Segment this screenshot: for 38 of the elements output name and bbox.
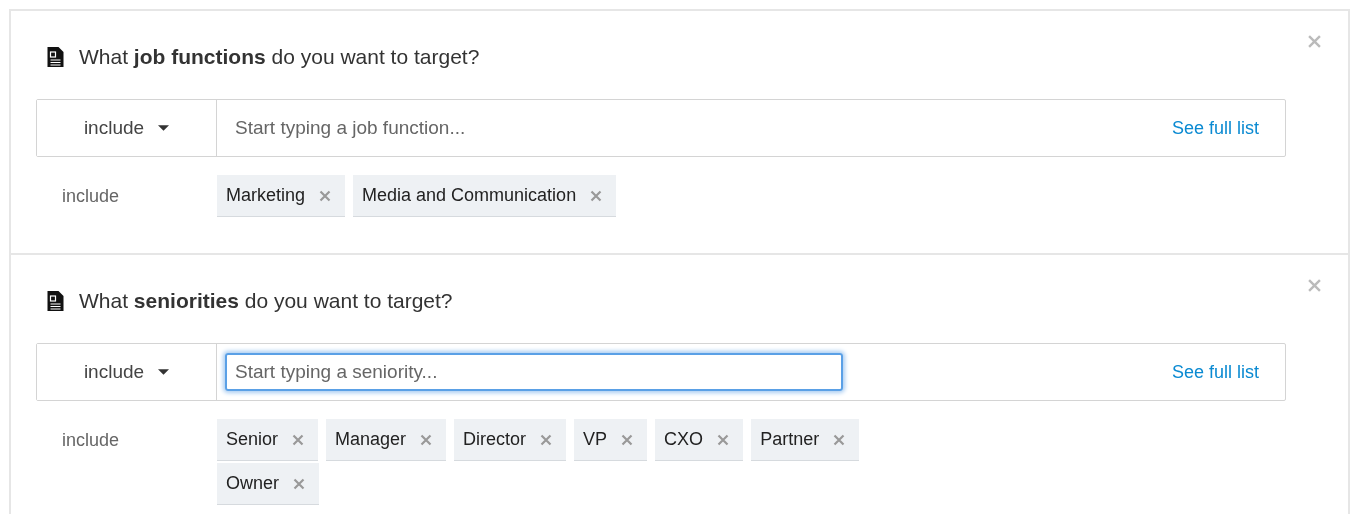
tag-text: Manager [335, 429, 407, 450]
remove-icon[interactable] [717, 433, 730, 446]
search-bar[interactable]: include Start typing a job function... See full list [36, 99, 1286, 157]
caret-icon [158, 125, 170, 131]
remove-icon[interactable] [420, 433, 433, 446]
input-box[interactable]: Start typing a job function... [225, 109, 843, 147]
document-icon [47, 291, 64, 311]
tag-text: Owner [226, 473, 279, 494]
tag-text: Partner [760, 429, 820, 450]
section-question: What job functions do you want to target? [79, 45, 480, 69]
tag-text: Senior [226, 429, 279, 450]
search-field[interactable]: Start typing a seniority... [235, 361, 833, 383]
include-dropdown[interactable]: include [37, 100, 217, 156]
see-full-list-link[interactable]: See full list [1171, 361, 1259, 383]
document-icon [47, 47, 64, 67]
tags-label: include [61, 185, 121, 208]
remove-icon[interactable] [833, 433, 846, 446]
see-full-list-link[interactable]: See full list [1171, 117, 1259, 139]
caret-icon [158, 369, 170, 375]
remove-icon[interactable] [590, 189, 603, 202]
remove-icon[interactable] [319, 189, 332, 202]
tag-text: Media and Communication [362, 185, 577, 206]
tag-text: VP [583, 429, 608, 450]
tag-text: Marketing [226, 185, 306, 206]
close-icon[interactable] [1308, 35, 1321, 48]
tag-text: CXO [664, 429, 704, 450]
remove-icon[interactable] [540, 433, 553, 446]
remove-icon[interactable] [293, 477, 305, 490]
tag-text: Director [463, 429, 527, 450]
tags-label: include [61, 429, 121, 452]
remove-icon[interactable] [621, 433, 634, 446]
close-icon[interactable] [1308, 279, 1321, 292]
include-dropdown[interactable]: include [37, 344, 217, 400]
remove-icon[interactable] [292, 433, 305, 446]
search-bar[interactable]: include Start typing a seniority... See full list [36, 343, 1286, 401]
input-box[interactable]: Start typing a seniority... [225, 353, 843, 391]
section-question: What seniorities do you want to target? [79, 289, 453, 313]
search-field[interactable]: Start typing a job function... [235, 117, 833, 139]
